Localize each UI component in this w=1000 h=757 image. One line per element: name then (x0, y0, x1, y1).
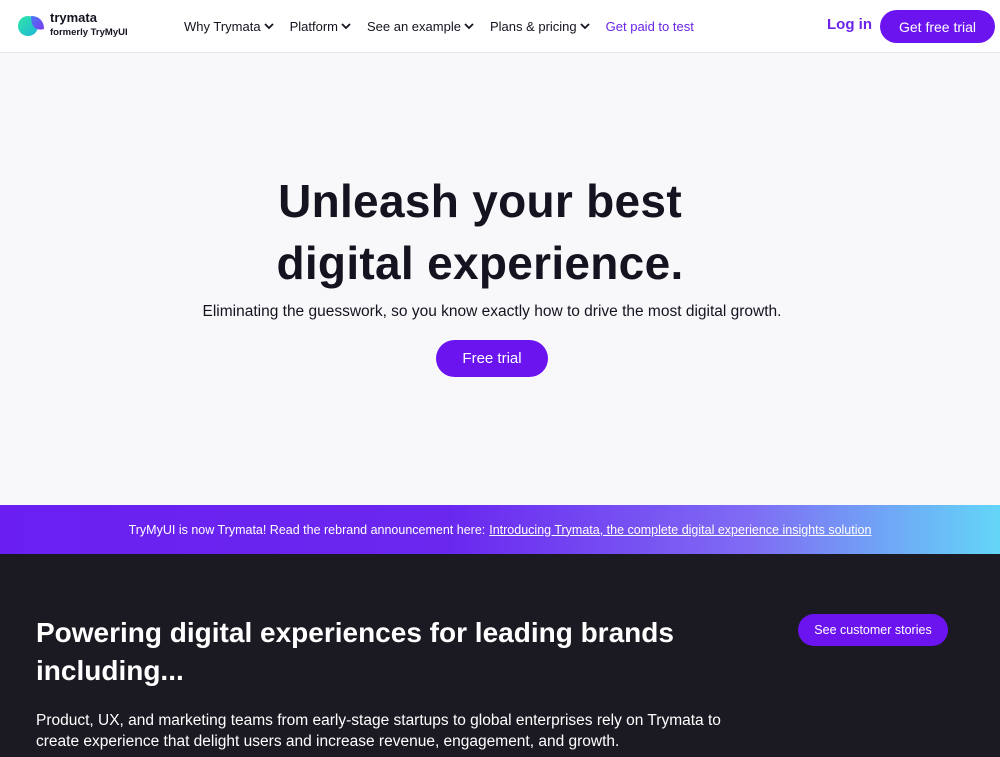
nav-see-an-example[interactable]: See an example (367, 19, 474, 34)
brands-section: Powering digital experiences for leading… (0, 554, 1000, 757)
main-nav: Why Trymata Platform See an example Plan… (184, 0, 710, 53)
trymata-logo-icon (17, 11, 45, 39)
hero-title-line-2: digital experience. (276, 237, 684, 289)
get-free-trial-button[interactable]: Get free trial (880, 10, 995, 43)
see-customer-stories-button[interactable]: See customer stories (798, 614, 948, 646)
brands-body: Product, UX, and marketing teams from ea… (36, 712, 721, 750)
nav-label: Why Trymata (184, 19, 261, 34)
nav-label: Plans & pricing (489, 19, 577, 34)
logo-name: trymata (50, 10, 97, 26)
chevron-down-icon (263, 23, 274, 30)
nav-label: Platform (289, 19, 338, 34)
nav-platform[interactable]: Platform (290, 19, 351, 34)
nav-why-trymata[interactable]: Why Trymata (184, 19, 274, 34)
hero-subtitle: Eliminating the guesswork, so you know e… (202, 303, 782, 320)
rebrand-banner: TryMyUI is now Trymata! Read the rebrand… (0, 505, 1000, 554)
chevron-down-icon (341, 23, 351, 30)
logo-subtitle: formerly TryMyUI (50, 27, 128, 39)
chevron-down-icon (464, 23, 474, 30)
brands-title: Powering digital experiences for leading… (36, 617, 674, 686)
free-trial-button[interactable]: Free trial (436, 340, 548, 377)
nav-get-paid-to-test[interactable]: Get paid to test (606, 19, 694, 34)
site-header: trymata formerly TryMyUI Why Trymata Pla… (0, 0, 1000, 53)
hero-title-line-1: Unleash your best (278, 175, 682, 227)
nav-plans-pricing[interactable]: Plans & pricing (490, 19, 590, 34)
banner-text: TryMyUI is now Trymata! Read the rebrand… (128, 522, 486, 537)
nav-label: Get paid to test (605, 19, 694, 34)
hero-title: Unleash your best digital experience. (0, 170, 960, 294)
nav-label: See an example (366, 19, 461, 34)
banner-link[interactable]: Introducing Trymata, the complete digita… (489, 523, 871, 537)
logo[interactable]: trymata formerly TryMyUI (17, 10, 128, 39)
login-link[interactable]: Log in (827, 16, 872, 33)
chevron-down-icon (580, 23, 590, 30)
